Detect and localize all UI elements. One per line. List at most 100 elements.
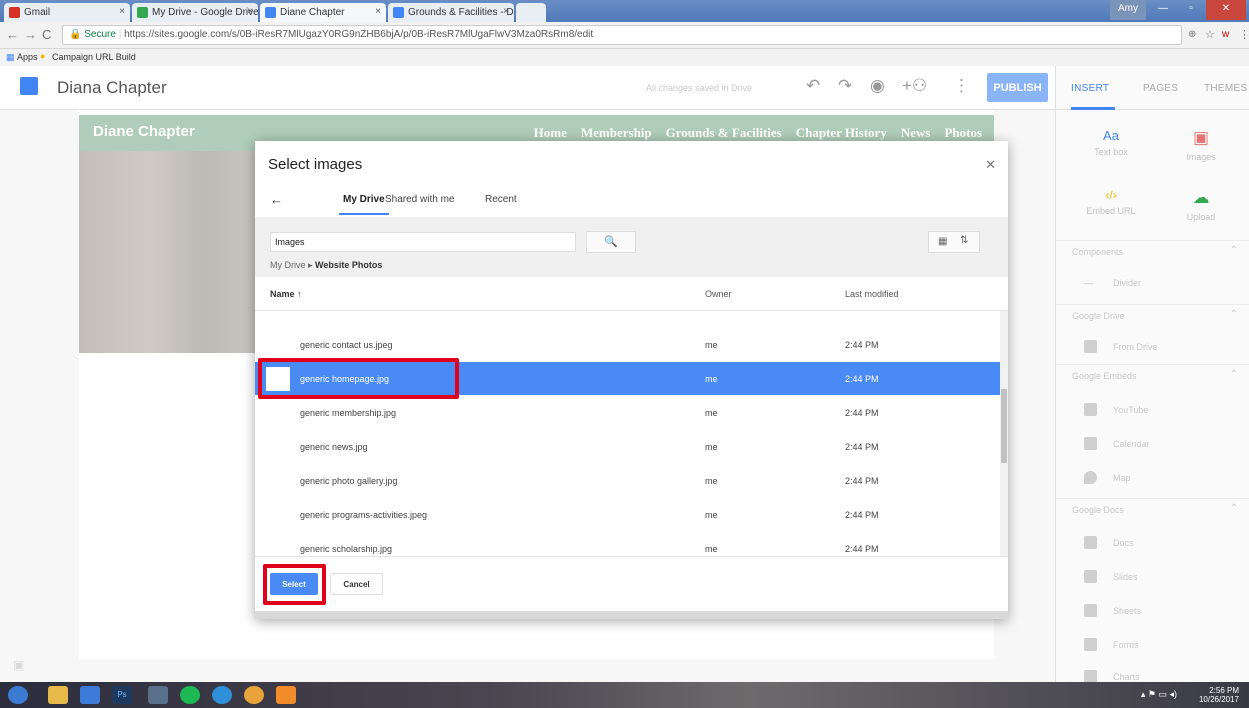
- insert-upload[interactable]: ☁ Upload: [1161, 188, 1241, 222]
- section-google-drive[interactable]: Google Drive ⌃: [1056, 304, 1249, 326]
- sort-arrow-icon: ↑: [297, 289, 302, 299]
- youtube-icon: [1084, 403, 1097, 416]
- bookmark-campaign-url-builder[interactable]: Campaign URL Build: [52, 52, 136, 62]
- redo-icon[interactable]: ↷: [838, 76, 852, 96]
- file-owner: me: [705, 374, 718, 384]
- table-row[interactable]: generic membership.jpg me 2:44 PM: [255, 396, 1000, 429]
- table-row[interactable]: generic contact us.jpeg me 2:44 PM: [255, 328, 1000, 361]
- tab-recent[interactable]: Recent: [485, 194, 517, 205]
- new-tab-button[interactable]: [516, 3, 546, 22]
- item-label: YouTube: [1113, 405, 1149, 415]
- close-tab-icon[interactable]: ×: [247, 6, 253, 17]
- panel-tabs: INSERT PAGES THEMES: [1056, 66, 1249, 110]
- sort-icon[interactable]: ⇅: [960, 235, 968, 246]
- insert-text-box[interactable]: Aa Text box: [1071, 128, 1151, 157]
- insert-embed-url[interactable]: ‹/› Embed URL: [1071, 188, 1151, 216]
- site-name[interactable]: Diana Chapter: [57, 78, 167, 98]
- spotify-icon[interactable]: [180, 686, 200, 704]
- insert-images[interactable]: ▣ Images: [1161, 128, 1241, 162]
- section-title: Google Embeds: [1072, 371, 1137, 381]
- app-icon[interactable]: [276, 686, 296, 704]
- system-tray-icons[interactable]: ▴ ⚑ ▭ ◂): [1141, 689, 1177, 700]
- section-title: Components: [1072, 247, 1124, 257]
- table-row[interactable]: generic news.jpg me 2:44 PM: [255, 430, 1000, 463]
- item-label: Forms: [1113, 640, 1139, 650]
- user-profile[interactable]: Amy: [1110, 0, 1146, 20]
- search-area: 🔍 ▦ ⇅ My Drive ▸ Website Photos: [255, 217, 1008, 277]
- share-icon[interactable]: +⚇: [902, 76, 927, 96]
- extension-icon[interactable]: w: [1222, 29, 1229, 40]
- lock-icon: 🔒: [69, 29, 82, 40]
- table-row[interactable]: generic scholarship.jpg me 2:44 PM: [255, 532, 1000, 556]
- clock[interactable]: 2:56 PM 10/26/2017: [1199, 686, 1239, 704]
- tab-label: Grounds & Facilities - Do: [408, 7, 514, 18]
- menu-icon[interactable]: ⋮: [1239, 28, 1249, 41]
- minimize-icon[interactable]: —: [1150, 0, 1176, 20]
- search-button[interactable]: 🔍: [586, 231, 636, 253]
- close-icon[interactable]: ✕: [985, 157, 996, 173]
- sites-icon: [265, 7, 276, 18]
- tab-grounds-facilities[interactable]: Grounds & Facilities - Do ×: [388, 3, 514, 22]
- url-input[interactable]: 🔒 Secure | https://sites.google.com/s/0B…: [62, 25, 1182, 45]
- tab-diane-chapter[interactable]: Diane Chapter ×: [260, 3, 386, 22]
- apps-icon: ▦: [6, 52, 15, 62]
- back-arrow-icon[interactable]: ←: [270, 192, 283, 207]
- breadcrumb-root[interactable]: My Drive: [270, 260, 306, 270]
- tab-gmail[interactable]: Gmail ×: [4, 3, 130, 22]
- undo-icon[interactable]: ↶: [806, 76, 820, 96]
- section-components[interactable]: Components ⌃: [1056, 240, 1249, 262]
- section-google-embeds[interactable]: Google Embeds ⌃: [1056, 364, 1249, 386]
- item-label: Sheets: [1113, 606, 1142, 616]
- calendar-icon: [1084, 437, 1097, 450]
- tab-insert[interactable]: INSERT: [1071, 83, 1109, 94]
- tab-my-drive[interactable]: My Drive - Google Drive ×: [132, 3, 258, 22]
- sheets-icon: [1084, 604, 1097, 617]
- highlight-selected-file: [258, 358, 459, 399]
- table-row[interactable]: generic programs-activities.jpeg me 2:44…: [255, 498, 1000, 531]
- column-name[interactable]: Name ↑: [270, 289, 302, 299]
- url-text: https://sites.google.com/s/0B-iResR7MlUg…: [124, 29, 594, 40]
- reload-icon[interactable]: C: [42, 27, 51, 42]
- search-input[interactable]: [270, 232, 576, 252]
- breadcrumb-current: Website Photos: [315, 260, 383, 270]
- start-button-icon[interactable]: [8, 686, 28, 704]
- table-row[interactable]: generic photo gallery.jpg me 2:44 PM: [255, 464, 1000, 497]
- chrome-icon[interactable]: [244, 686, 264, 704]
- collapse-icon: ⌃: [1229, 245, 1238, 256]
- file-explorer-icon[interactable]: [48, 686, 68, 704]
- dropbox-icon[interactable]: [80, 686, 100, 704]
- close-tab-icon[interactable]: ×: [375, 6, 381, 17]
- tab-my-drive[interactable]: My Drive: [343, 194, 385, 205]
- view-toggle[interactable]: ▦ ⇅: [928, 231, 980, 253]
- file-list-scrollbar[interactable]: [1000, 311, 1008, 556]
- close-tab-icon[interactable]: ×: [503, 6, 509, 17]
- forward-icon[interactable]: →: [24, 27, 37, 42]
- tab-pages[interactable]: PAGES: [1143, 83, 1178, 94]
- more-icon[interactable]: ⋮: [953, 76, 970, 96]
- map-pin-icon: [1084, 471, 1097, 484]
- maximize-icon[interactable]: ▫: [1178, 0, 1204, 20]
- section-google-docs[interactable]: Google Docs ⌃: [1056, 498, 1249, 520]
- app-icon[interactable]: [148, 686, 168, 704]
- publish-button[interactable]: PUBLISH: [987, 73, 1048, 102]
- star-icon[interactable]: ☆: [1205, 28, 1215, 41]
- internet-explorer-icon[interactable]: [212, 686, 232, 704]
- item-label: Slides: [1113, 572, 1138, 582]
- photoshop-icon[interactable]: Ps: [112, 686, 132, 704]
- file-list-header: Name ↑ Owner Last modified: [255, 277, 1008, 311]
- close-tab-icon[interactable]: ×: [119, 6, 125, 17]
- close-window-icon[interactable]: ✕: [1206, 0, 1246, 20]
- section-title: Google Drive: [1072, 311, 1125, 321]
- scrollbar-thumb[interactable]: [1001, 389, 1007, 463]
- dialog-bottom-bar: [255, 611, 1008, 619]
- tab-themes[interactable]: THEMES: [1204, 83, 1247, 94]
- preview-icon[interactable]: ◉: [870, 76, 885, 96]
- back-icon[interactable]: ←: [6, 27, 19, 42]
- bookmark-apps[interactable]: Apps: [17, 52, 38, 62]
- zoom-icon[interactable]: ⊕: [1188, 29, 1196, 40]
- item-label: Map: [1113, 473, 1131, 483]
- tab-shared-with-me[interactable]: Shared with me: [385, 194, 454, 205]
- cancel-button[interactable]: Cancel: [330, 573, 383, 595]
- grid-view-icon[interactable]: ▦: [938, 236, 947, 247]
- collapse-icon: ⌃: [1229, 503, 1238, 514]
